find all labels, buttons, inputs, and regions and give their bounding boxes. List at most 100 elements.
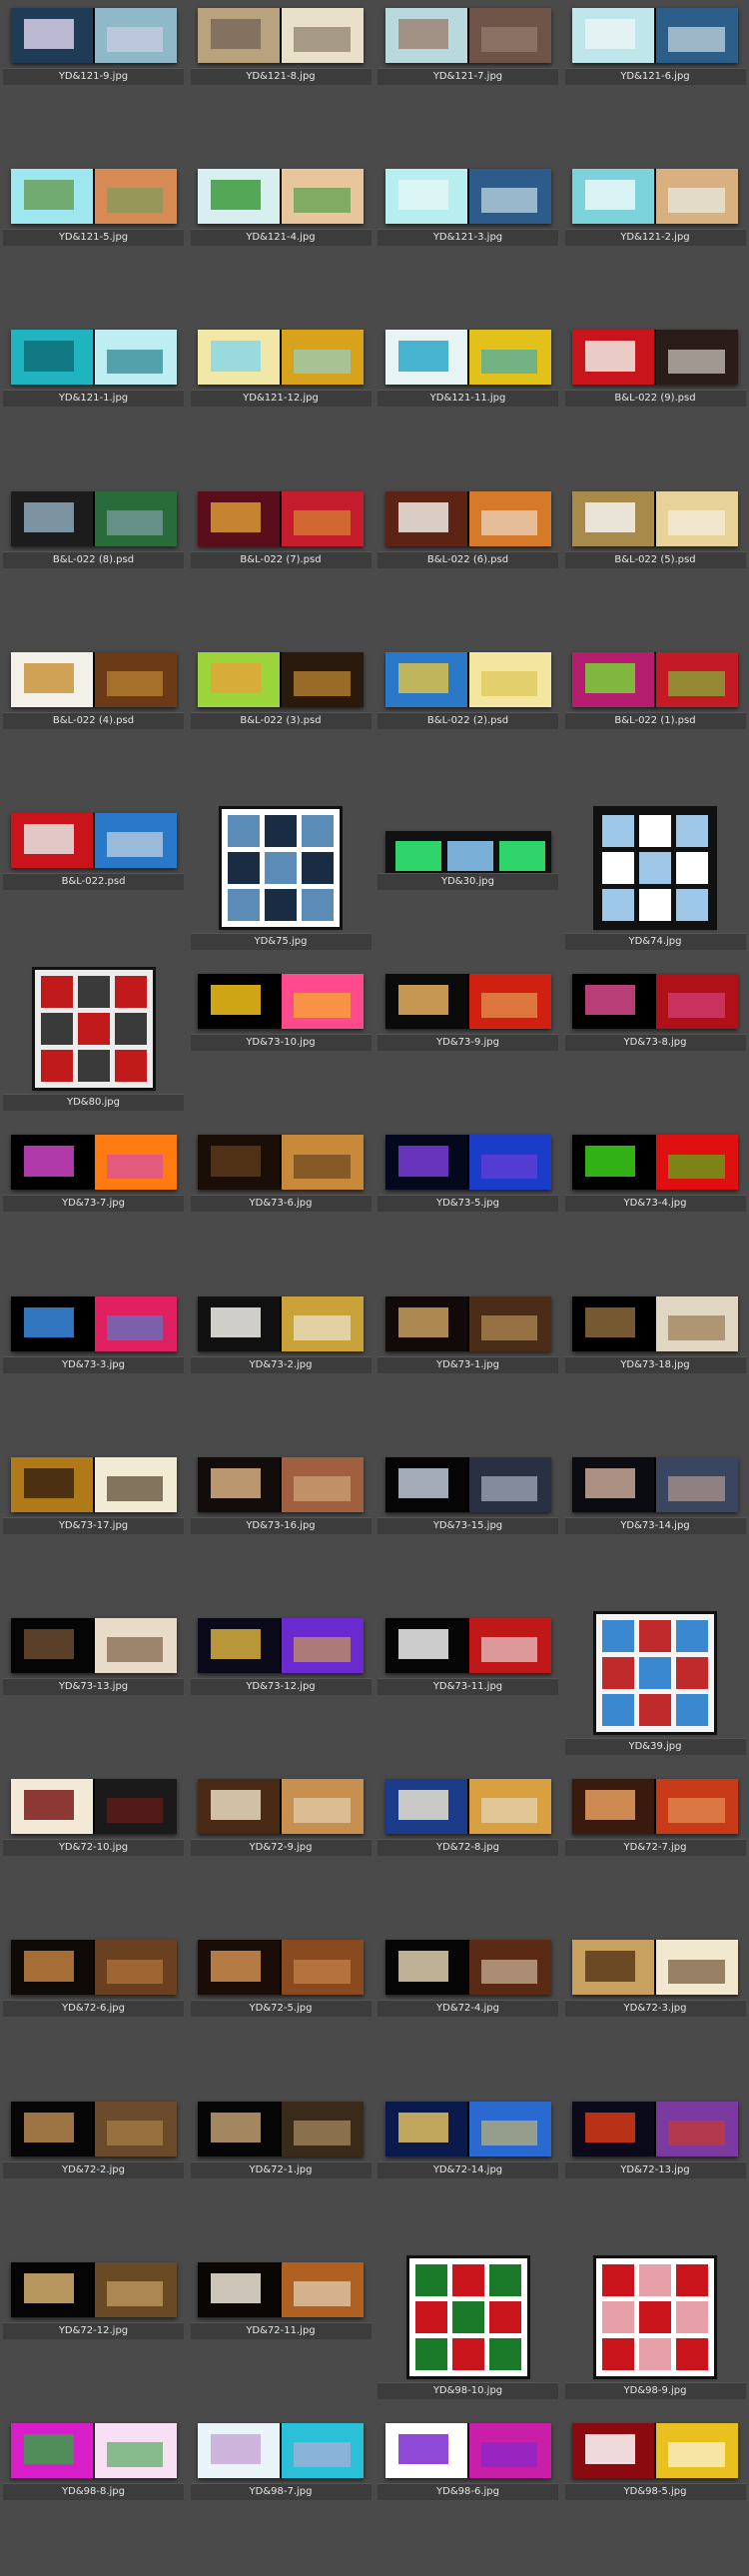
thumbnail-cell[interactable]: YD&121-9.jpg [0,0,187,161]
thumbnail-cell[interactable]: YD&74.jpg [562,805,749,966]
thumbnail-image[interactable] [384,651,551,707]
thumbnail-cell[interactable]: YD&121-1.jpg [0,322,187,482]
thumbnail-cell[interactable]: YD&72-2.jpg [0,2094,187,2254]
thumbnail-image[interactable] [198,1295,364,1351]
thumbnail-cell[interactable]: YD&72-5.jpg [188,1932,374,2093]
thumbnail-cell[interactable]: YD&72-3.jpg [562,1932,749,2093]
thumbnail-image[interactable] [10,1618,177,1673]
thumbnail-cell[interactable]: YD&72-9.jpg [188,1771,374,1932]
thumbnail-cell[interactable]: YD&98-9.jpg [562,2254,749,2415]
thumbnail-cell[interactable]: YD&73-5.jpg [374,1127,561,1288]
thumbnail-image[interactable] [384,2423,551,2478]
thumbnail-image[interactable] [198,490,364,546]
thumbnail-cell[interactable]: YD&98-6.jpg [374,2415,561,2576]
thumbnail-image[interactable] [384,1135,551,1191]
thumbnail-cell[interactable]: YD&73-7.jpg [0,1127,187,1288]
thumbnail-cell[interactable]: B&L-022 (8).psd [0,483,187,644]
thumbnail-image[interactable] [198,8,364,63]
thumbnail-image[interactable] [593,806,717,930]
thumbnail-image[interactable] [219,806,343,930]
thumbnail-image[interactable] [572,974,738,1030]
thumbnail-image[interactable] [31,967,156,1092]
thumbnail-image[interactable] [198,651,364,707]
thumbnail-cell[interactable]: YD&73-15.jpg [374,1449,561,1610]
thumbnail-image[interactable] [198,1779,364,1835]
thumbnail-cell[interactable]: YD&121-8.jpg [188,0,374,161]
thumbnail-image[interactable] [572,651,738,707]
thumbnail-cell[interactable]: YD&73-4.jpg [562,1127,749,1288]
thumbnail-image[interactable] [198,1456,364,1512]
thumbnail-cell[interactable]: YD&121-3.jpg [374,161,561,322]
thumbnail-image[interactable] [384,2101,551,2156]
thumbnail-image[interactable] [198,2101,364,2156]
thumbnail-cell[interactable]: YD&121-11.jpg [374,322,561,482]
thumbnail-cell[interactable]: YD&73-12.jpg [188,1610,374,1771]
thumbnail-cell[interactable]: YD&121-5.jpg [0,161,187,322]
thumbnail-cell[interactable]: YD&30.jpg [374,805,561,966]
thumbnail-image[interactable] [198,1135,364,1191]
thumbnail-image[interactable] [384,490,551,546]
thumbnail-cell[interactable]: YD&72-12.jpg [0,2254,187,2415]
thumbnail-image[interactable] [10,651,177,707]
thumbnail-cell[interactable]: B&L-022 (7).psd [188,483,374,644]
thumbnail-image[interactable] [572,330,738,386]
thumbnail-image[interactable] [572,490,738,546]
thumbnail-cell[interactable]: B&L-022 (1).psd [562,644,749,805]
thumbnail-image[interactable] [10,8,177,63]
thumbnail-image[interactable] [384,8,551,63]
thumbnail-cell[interactable]: YD&98-7.jpg [188,2415,374,2576]
thumbnail-image[interactable] [198,2423,364,2478]
thumbnail-image[interactable] [572,8,738,63]
thumbnail-cell[interactable]: YD&72-4.jpg [374,1932,561,2093]
thumbnail-image[interactable] [572,1295,738,1351]
thumbnail-image[interactable] [384,974,551,1030]
thumbnail-image[interactable] [384,1295,551,1351]
thumbnail-image[interactable] [198,1618,364,1673]
thumbnail-image[interactable] [572,1940,738,1996]
thumbnail-image[interactable] [384,1456,551,1512]
thumbnail-cell[interactable]: YD&72-8.jpg [374,1771,561,1932]
thumbnail-image[interactable] [405,2254,530,2379]
thumbnail-image[interactable] [572,1779,738,1835]
thumbnail-cell[interactable]: YD&121-2.jpg [562,161,749,322]
thumbnail-cell[interactable]: YD&73-6.jpg [188,1127,374,1288]
thumbnail-image[interactable] [593,2254,717,2379]
thumbnail-cell[interactable]: YD&72-11.jpg [188,2254,374,2415]
thumbnail-cell[interactable]: YD&72-1.jpg [188,2094,374,2254]
thumbnail-image[interactable] [572,2423,738,2478]
thumbnail-image[interactable] [198,169,364,225]
thumbnail-image[interactable] [384,330,551,386]
thumbnail-cell[interactable]: YD&73-10.jpg [188,966,374,1127]
thumbnail-cell[interactable]: B&L-022 (6).psd [374,483,561,644]
thumbnail-image[interactable] [384,1779,551,1835]
thumbnail-image[interactable] [593,1611,717,1735]
thumbnail-cell[interactable]: B&L-022.psd [0,805,187,966]
thumbnail-cell[interactable]: B&L-022 (5).psd [562,483,749,644]
thumbnail-image[interactable] [572,1456,738,1512]
thumbnail-image[interactable] [198,974,364,1030]
thumbnail-image[interactable] [198,2261,364,2317]
thumbnail-image[interactable] [384,1618,551,1673]
thumbnail-cell[interactable]: B&L-022 (4).psd [0,644,187,805]
thumbnail-image[interactable] [572,169,738,225]
thumbnail-cell[interactable]: YD&39.jpg [562,1610,749,1771]
thumbnail-cell[interactable]: YD&73-18.jpg [562,1288,749,1449]
thumbnail-image[interactable] [10,1456,177,1512]
thumbnail-image[interactable] [10,330,177,386]
thumbnail-image[interactable] [198,1940,364,1996]
thumbnail-cell[interactable]: YD&73-9.jpg [374,966,561,1127]
thumbnail-cell[interactable]: YD&72-6.jpg [0,1932,187,2093]
thumbnail-cell[interactable]: YD&73-17.jpg [0,1449,187,1610]
thumbnail-image[interactable] [10,2101,177,2156]
thumbnail-cell[interactable]: B&L-022 (9).psd [562,322,749,482]
thumbnail-cell[interactable]: YD&73-13.jpg [0,1610,187,1771]
thumbnail-image[interactable] [10,1295,177,1351]
thumbnail-cell[interactable]: YD&121-6.jpg [562,0,749,161]
thumbnail-image[interactable] [384,169,551,225]
thumbnail-cell[interactable]: YD&73-14.jpg [562,1449,749,1610]
thumbnail-image[interactable] [10,1779,177,1835]
thumbnail-cell[interactable]: YD&73-3.jpg [0,1288,187,1449]
thumbnail-cell[interactable]: YD&72-14.jpg [374,2094,561,2254]
thumbnail-image[interactable] [198,330,364,386]
thumbnail-cell[interactable]: YD&72-13.jpg [562,2094,749,2254]
